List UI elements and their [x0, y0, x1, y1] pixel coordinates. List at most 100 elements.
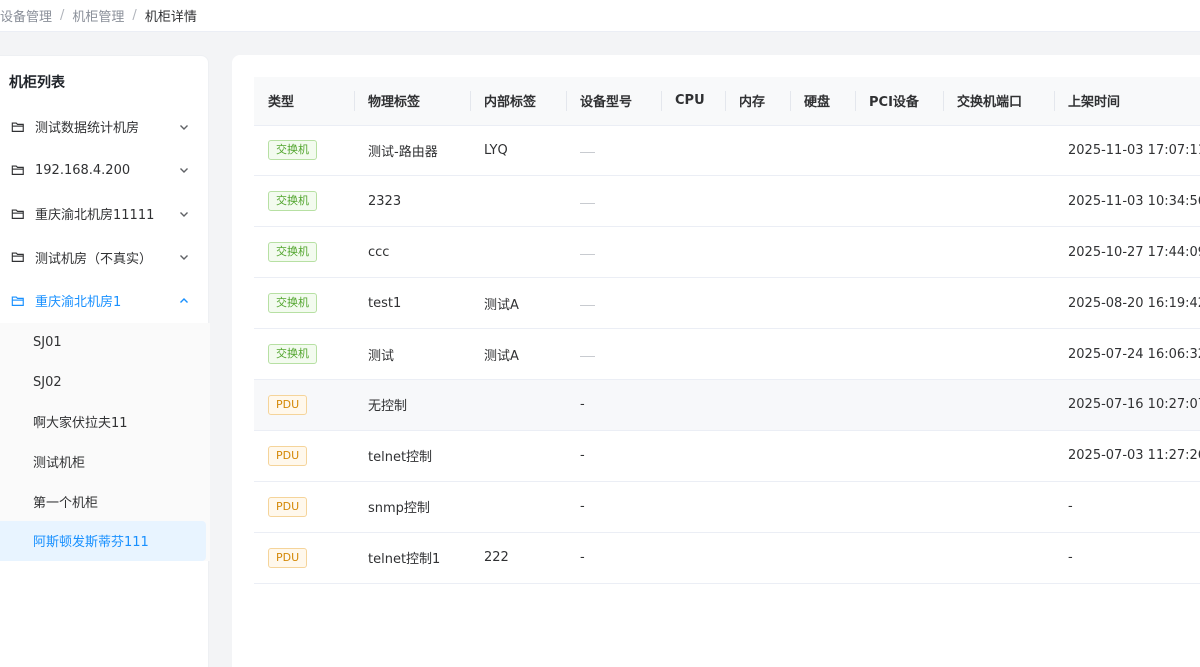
model-cell: - [566, 379, 661, 431]
breadcrumb-item-cabinet-management[interactable]: 机柜管理 [72, 6, 124, 25]
chevron-down-icon[interactable] [178, 208, 190, 220]
tree-room-label: 192.168.4.200 [35, 162, 131, 178]
model-cell: - [566, 481, 661, 533]
physical-label-cell: 2323 [354, 175, 470, 228]
physical-label-cell: telnet控制1 [354, 532, 470, 584]
sidebar-title: 机柜列表 [9, 75, 65, 91]
type-cell: 交换机 [254, 125, 354, 177]
table-row[interactable]: 交换机 test1 测试A 2025-08-20 16:19:42 [254, 277, 1200, 330]
type-tag: PDU [268, 547, 308, 568]
switch-port-cell [943, 430, 1054, 482]
type-cell: 交换机 [254, 175, 354, 228]
disk-cell [790, 328, 855, 380]
cpu-cell [661, 430, 725, 482]
disk-cell [790, 379, 855, 431]
column-header-internal-label: 内部标签 [470, 77, 566, 126]
cabinet-item[interactable]: 啊大家伏拉夫11 [0, 402, 210, 442]
rack-time-cell: 2025-08-20 16:19:42 [1054, 277, 1200, 330]
column-header-device-model: 设备型号 [566, 77, 661, 126]
type-cell: PDU [254, 430, 354, 482]
table-row[interactable]: PDU telnet控制1 222 - - [254, 532, 1200, 584]
device-table: 类型 物理标签 内部标签 设备型号 CPU 内存 硬盘 PCI设备 交换机端口 … [254, 77, 1200, 584]
type-tag: PDU [268, 394, 308, 415]
disk-cell [790, 175, 855, 228]
table-row[interactable]: 交换机 测试 测试A 2025-07-24 16:06:32 [254, 328, 1200, 380]
tree-room-item[interactable]: 重庆渝北机房11111 [0, 192, 210, 236]
rack-time-cell: 2025-07-24 16:06:32 [1054, 328, 1200, 380]
model-cell [566, 175, 661, 228]
column-header-disk: 硬盘 [790, 77, 855, 126]
memory-cell [725, 379, 790, 431]
cpu-cell [661, 175, 725, 228]
breadcrumb: 设备管理 / 机柜管理 / 机柜详情 [0, 0, 1200, 32]
cabinet-item[interactable]: SJ01 [0, 323, 210, 363]
cabinet-item[interactable]: SJ02 [0, 362, 210, 402]
rack-time-cell: 2025-07-16 10:27:07 [1054, 379, 1200, 431]
tree-room-item[interactable]: 测试机房（不真实） [0, 236, 210, 280]
empty-value-dash [580, 355, 595, 357]
type-tag: 交换机 [268, 293, 317, 314]
model-cell [566, 277, 661, 330]
rack-time-cell: - [1054, 481, 1200, 533]
breadcrumb-separator: / [132, 8, 137, 23]
breadcrumb-item-cabinet-detail: 机柜详情 [144, 10, 197, 25]
switch-port-cell [943, 481, 1054, 533]
pci-cell [855, 226, 943, 279]
table-row[interactable]: 交换机 ccc 2025-10-27 17:44:09 [254, 226, 1200, 279]
rack-time-cell: - [1054, 532, 1200, 584]
type-tag: 交换机 [268, 242, 317, 263]
folder-icon [11, 122, 24, 132]
column-header-rack-time: 上架时间 [1054, 77, 1200, 126]
table-row[interactable]: 交换机 测试-路由器 LYQ 2025-11-03 17:07:11 [254, 125, 1200, 177]
chevron-down-icon[interactable] [178, 121, 190, 133]
physical-label-cell: 测试-路由器 [354, 125, 470, 177]
internal-label-cell [470, 379, 566, 431]
cabinet-item[interactable]: 测试机柜 [0, 442, 210, 482]
cabinet-item-selected[interactable]: 阿斯顿发斯蒂芬111 [0, 520, 206, 561]
model-cell: - [566, 430, 661, 482]
switch-port-cell [943, 175, 1054, 228]
memory-cell [725, 125, 790, 177]
physical-label-cell: test1 [354, 277, 470, 330]
pci-cell [855, 125, 943, 177]
pci-cell [855, 328, 943, 380]
folder-icon [11, 165, 24, 176]
tree-room-item[interactable]: 测试数据统计机房 [0, 105, 210, 149]
chevron-down-icon[interactable] [178, 164, 190, 176]
switch-port-cell [943, 328, 1054, 380]
folder-open-icon [11, 296, 24, 306]
chevron-up-icon[interactable] [178, 295, 190, 307]
rack-time-cell: 2025-07-03 11:27:26 [1054, 430, 1200, 482]
chevron-down-icon[interactable] [178, 251, 190, 263]
memory-cell [725, 481, 790, 533]
internal-label-cell: 222 [470, 532, 566, 584]
table-row[interactable]: PDU 无控制 - 2025-07-16 10:27:07 [254, 379, 1200, 431]
tree-room-item-expanded[interactable]: 重庆渝北机房1 [0, 279, 210, 323]
table-row[interactable]: 交换机 2323 2025-11-03 10:34:56 [254, 175, 1200, 228]
internal-label-cell [470, 430, 566, 482]
rack-time-cell: 2025-10-27 17:44:09 [1054, 226, 1200, 279]
physical-label-cell: 测试 [354, 328, 470, 380]
table-body: 交换机 测试-路由器 LYQ 2025-11-03 17:07:11 交换机 2… [254, 125, 1200, 584]
tree-room-label: 测试数据统计机房 [35, 121, 140, 137]
cabinet-sidebar: 机柜列表 测试数据统计机房 192.168.4.200 重庆渝北机房11111 … [0, 55, 210, 667]
cpu-cell [661, 277, 725, 330]
table-row[interactable]: PDU snmp控制 - - [254, 481, 1200, 533]
folder-icon [11, 209, 24, 219]
disk-cell [790, 481, 855, 533]
table-row[interactable]: PDU telnet控制 - 2025-07-03 11:27:26 [254, 430, 1200, 482]
physical-label-cell: ccc [354, 226, 470, 279]
cabinet-item[interactable]: 第一个机柜 [0, 481, 210, 521]
type-tag: PDU [268, 445, 308, 466]
breadcrumb-item-device-management[interactable]: 设备管理 [0, 6, 52, 25]
type-cell: 交换机 [254, 226, 354, 279]
model-cell [566, 328, 661, 380]
cpu-cell [661, 481, 725, 533]
switch-port-cell [943, 532, 1054, 584]
model-cell: - [566, 532, 661, 584]
type-cell: PDU [254, 379, 354, 431]
tree-room-item[interactable]: 192.168.4.200 [0, 149, 210, 193]
cpu-cell [661, 328, 725, 380]
rack-time-cell: 2025-11-03 17:07:11 [1054, 125, 1200, 177]
device-panel: 类型 物理标签 内部标签 设备型号 CPU 内存 硬盘 PCI设备 交换机端口 … [232, 55, 1200, 667]
